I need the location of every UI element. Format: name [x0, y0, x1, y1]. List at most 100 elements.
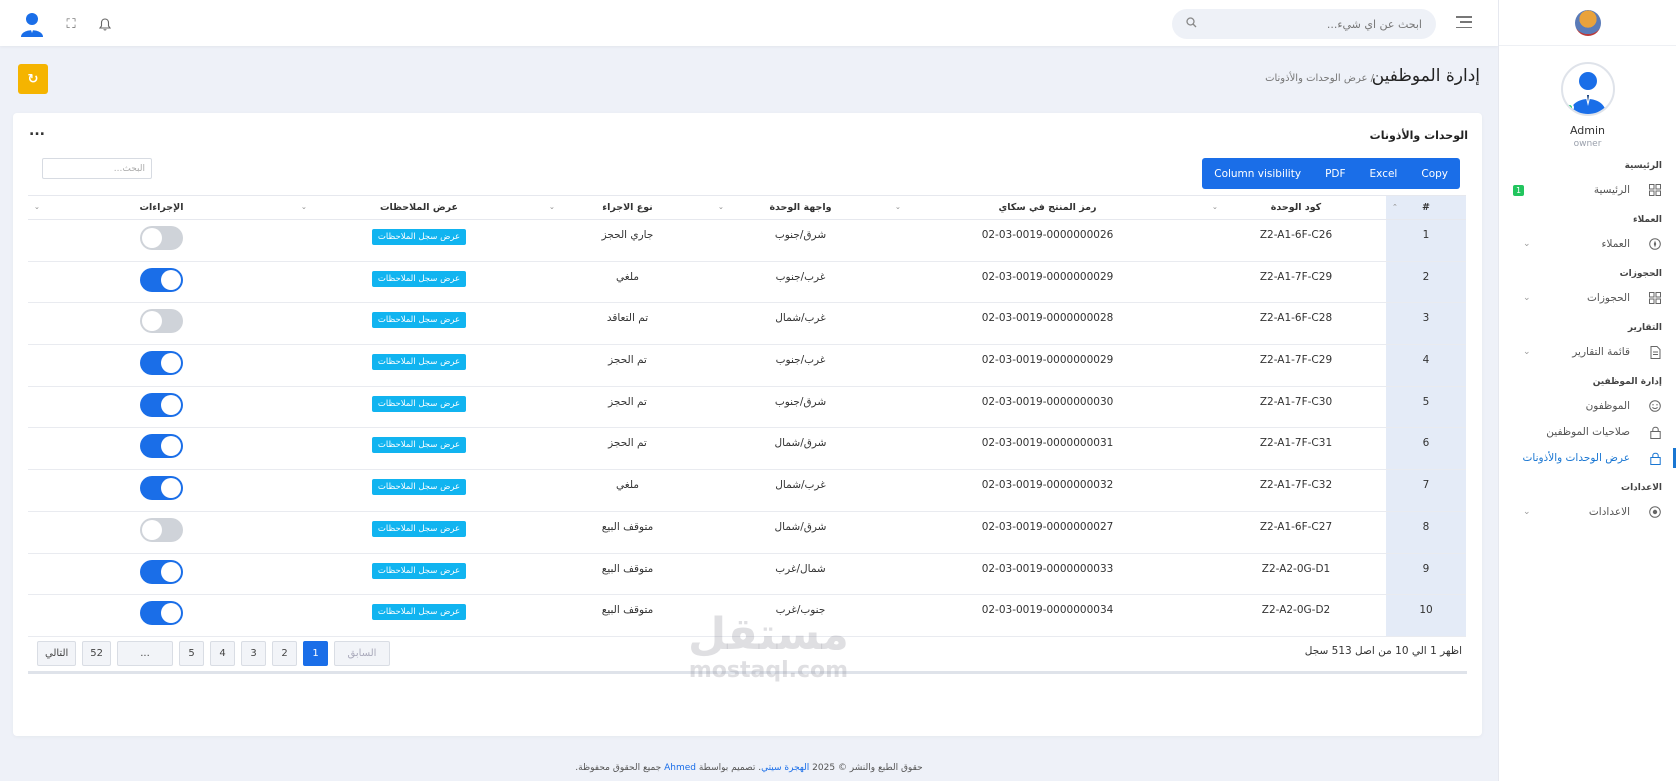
page-title: إدارة الموظفين — [1371, 66, 1480, 86]
refresh-icon: ↻ — [27, 71, 39, 87]
view-notes-button[interactable]: عرض سجل الملاحظات — [371, 312, 467, 329]
cell-notes: عرض سجل الملاحظات — [295, 261, 543, 304]
cell-action-type: ملغي — [543, 261, 712, 304]
cell-actions — [28, 553, 295, 596]
user-avatar[interactable] — [18, 10, 46, 38]
pagination-page[interactable]: 3 — [241, 641, 267, 666]
view-notes-button[interactable]: عرض سجل الملاحظات — [371, 520, 467, 537]
view-notes-button[interactable]: عرض سجل الملاحظات — [371, 270, 467, 287]
status-toggle[interactable] — [140, 601, 183, 626]
cell-num: 4 — [1386, 344, 1466, 387]
sidebar-item-reports[interactable]: قائمة التقارير ⌄ — [1499, 339, 1676, 365]
cell-sku: 02-03-0019-0000000034 — [889, 594, 1206, 637]
view-notes-button[interactable]: عرض سجل الملاحظات — [371, 479, 467, 496]
menu-toggle-icon[interactable] — [1456, 14, 1472, 30]
cell-num: 3 — [1386, 302, 1466, 346]
search-input[interactable] — [1197, 17, 1422, 31]
user-icon — [21, 13, 43, 37]
sidebar-menu: الرئيسية الرئيسية 1 العملاء العملاء ⌄ ال… — [1499, 161, 1676, 525]
header-action-type[interactable]: نوع الاجراء ⌄ — [543, 195, 712, 220]
sidebar-item-label: العملاء — [1601, 238, 1630, 250]
cell-facade: شرق/جنوب — [712, 219, 889, 262]
pagination-page[interactable]: 52 — [82, 641, 112, 666]
cell-sku: 02-03-0019-0000000030 — [889, 386, 1206, 429]
header-actions[interactable]: الإجراءات ⌄ — [28, 195, 295, 220]
status-toggle[interactable] — [140, 517, 183, 542]
profile-avatar[interactable] — [1560, 62, 1615, 116]
status-toggle[interactable] — [140, 392, 183, 417]
status-toggle[interactable] — [140, 226, 183, 250]
cell-facade: شرق/شمال — [712, 511, 889, 554]
header-facade[interactable]: واجهة الوحدة ⌄ — [712, 195, 889, 220]
status-toggle[interactable] — [140, 309, 183, 334]
cell-facade: شمال/غرب — [712, 553, 889, 596]
sidebar-item-bookings[interactable]: الحجوزات ⌄ — [1499, 285, 1676, 311]
cell-notes: عرض سجل الملاحظات — [295, 594, 543, 637]
footer-brand-link[interactable]: الهجرة سيتي — [761, 763, 809, 773]
pagination-next[interactable]: التالي — [37, 641, 77, 666]
footer-author-link[interactable]: Ahmed — [664, 763, 696, 773]
cell-unit-code: Z2-A1-7F-C32 — [1206, 469, 1386, 512]
pagination-page[interactable]: 5 — [179, 641, 205, 666]
pagination-page-active[interactable]: 1 — [303, 641, 329, 666]
cell-facade: غرب/شمال — [712, 469, 889, 512]
view-notes-button[interactable]: عرض سجل الملاحظات — [371, 604, 467, 621]
sidebar-item-employee-permissions[interactable]: صلاحيات الموظفين — [1499, 419, 1676, 445]
cell-notes: عرض سجل الملاحظات — [295, 469, 543, 512]
cell-sku: 02-03-0019-0000000029 — [889, 261, 1206, 304]
header-label: الإجراءات — [139, 202, 184, 213]
sidebar-item-clients[interactable]: العملاء ⌄ — [1499, 231, 1676, 257]
chevron-down-icon: ⌄ — [1523, 347, 1531, 357]
breadcrumb[interactable]: / عرض الوحدات والأذونات — [1265, 73, 1374, 84]
table-row: 9 Z2-A2-0G-D1 02-03-0019-0000000033 شمال/غر… — [28, 553, 1466, 596]
table-body: 1 Z2-A1-6F-C26 02-03-0019-0000000026 شرق/جن… — [28, 219, 1466, 637]
cell-num: 5 — [1386, 386, 1466, 429]
header-label: رمز المنتج في سكاي — [998, 202, 1097, 213]
pdf-button[interactable]: PDF — [1313, 158, 1357, 189]
header-num[interactable]: # ⌃ — [1386, 195, 1466, 220]
cell-unit-code: Z2-A2-0G-D2 — [1206, 594, 1386, 637]
more-options-icon[interactable]: ... — [29, 123, 45, 139]
pagination-page[interactable]: 4 — [210, 641, 236, 666]
footer-middle: . تصميم بواسطة — [698, 763, 762, 773]
sidebar-item-label: الحجوزات — [1587, 292, 1630, 304]
status-toggle[interactable] — [140, 476, 183, 501]
header-unit-code[interactable]: كود الوحدة ⌄ — [1206, 195, 1386, 220]
status-toggle[interactable] — [140, 434, 183, 459]
view-notes-button[interactable]: عرض سجل الملاحظات — [371, 562, 467, 579]
cell-actions — [28, 302, 295, 346]
view-notes-button[interactable]: عرض سجل الملاحظات — [371, 354, 467, 371]
status-toggle[interactable] — [140, 559, 183, 584]
header-label: واجهة الوحدة — [769, 202, 832, 213]
bell-icon[interactable] — [96, 15, 114, 33]
toggle-knob — [161, 436, 181, 457]
sidebar-logo[interactable] — [1499, 0, 1676, 46]
view-notes-button[interactable]: عرض سجل الملاحظات — [371, 229, 467, 245]
cell-unit-code: Z2-A1-6F-C27 — [1206, 511, 1386, 554]
lock-icon — [1648, 425, 1662, 439]
export-buttons: Copy Excel PDF Column visibility — [1202, 158, 1460, 189]
pagination-prev[interactable]: السابق — [334, 641, 391, 666]
refresh-button[interactable]: ↻ — [18, 64, 48, 94]
sidebar-item-label: الموظفون — [1585, 400, 1630, 412]
excel-button[interactable]: Excel — [1358, 158, 1410, 189]
sidebar-item-units-permissions[interactable]: عرض الوحدات والأذونات — [1499, 445, 1676, 471]
view-notes-button[interactable]: عرض سجل الملاحظات — [371, 437, 467, 454]
header-notes[interactable]: عرض الملاحظات ⌄ — [295, 195, 543, 220]
sidebar-item-settings[interactable]: الاعدادات ⌄ — [1499, 499, 1676, 525]
footer: حقوق الطبع والنشر © 2025 الهجرة سيتي. تص… — [0, 763, 1498, 773]
cell-actions — [28, 594, 295, 637]
sidebar-item-employees[interactable]: الموظفون — [1499, 393, 1676, 419]
header-sku[interactable]: رمز المنتج في سكاي ⌄ — [889, 195, 1206, 220]
copy-button[interactable]: Copy — [1409, 158, 1460, 189]
status-toggle[interactable] — [140, 351, 183, 376]
table-search-input[interactable] — [42, 158, 152, 179]
column-visibility-button[interactable]: Column visibility — [1202, 158, 1313, 189]
cell-sku: 02-03-0019-0000000031 — [889, 427, 1206, 471]
fullscreen-icon[interactable]: ⛶ — [62, 15, 80, 33]
sidebar-item-home[interactable]: الرئيسية 1 — [1499, 177, 1676, 203]
view-notes-button[interactable]: عرض سجل الملاحظات — [371, 395, 467, 412]
pagination-page[interactable]: 2 — [272, 641, 298, 666]
status-toggle[interactable] — [140, 267, 183, 292]
cell-actions — [28, 261, 295, 304]
